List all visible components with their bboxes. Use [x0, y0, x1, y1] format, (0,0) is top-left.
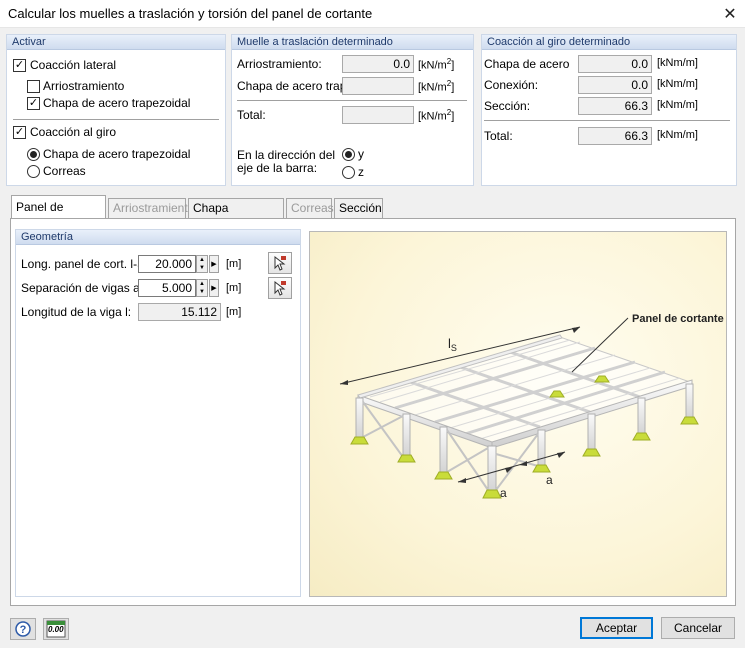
tab-arriostramiento[interactable]: Arriostramiento — [108, 198, 194, 218]
long-panel-spinner[interactable]: ▲ ▼ — [196, 255, 208, 273]
muelle-total-value — [342, 106, 414, 124]
long-panel-menu-button[interactable]: ▶ — [209, 255, 219, 273]
spin-up-icon[interactable]: ▲ — [197, 280, 207, 288]
arriostramiento-checkbox[interactable] — [27, 80, 40, 93]
callout-label: Panel de cortante — [632, 313, 724, 325]
units-button[interactable]: 0.00 — [43, 618, 69, 640]
giro-seccion-value: 66.3 — [578, 97, 652, 115]
dimension-a2-label: a — [546, 473, 553, 487]
giro-conexion-unit: [kNm/m] — [657, 78, 698, 90]
giro-seccion-label: Sección: — [484, 99, 531, 113]
tab-chapa-trapezoidal[interactable]: Chapa trapezoidal — [188, 198, 284, 233]
longitud-viga-label: Longitud de la viga l: — [21, 305, 132, 319]
giro-header: Coacción al giro determinado — [482, 35, 736, 50]
giro-conexion-value: 0.0 — [578, 76, 652, 94]
help-icon: ? — [15, 621, 31, 637]
separacion-label: Separación de vigas a: — [21, 281, 144, 295]
arrow-right-icon: ▶ — [211, 285, 217, 292]
pick-pointer-icon — [274, 255, 286, 271]
coaccion-giro-checkbox[interactable]: ✓ — [13, 126, 26, 139]
muelle-arriostramiento-label: Arriostramiento: — [237, 57, 322, 71]
long-panel-input[interactable]: 20.000 — [138, 255, 196, 273]
building-frame-illustration: lS a a Panel de cortante — [339, 313, 724, 500]
radio-direccion-y[interactable] — [342, 148, 355, 161]
radio-direccion-z[interactable] — [342, 166, 355, 179]
longitud-viga-value: 15.112 — [138, 303, 221, 321]
muelle-chapa-value — [342, 77, 414, 95]
muelle-group: Muelle a traslación determinado Arriostr… — [231, 34, 474, 186]
muelle-arriostramiento-value: 0.0 — [342, 55, 414, 73]
giro-seccion-unit: [kNm/m] — [657, 99, 698, 111]
spin-down-icon[interactable]: ▼ — [197, 288, 207, 296]
title-bar: Calcular los muelles a traslación y tors… — [0, 0, 745, 28]
direccion-label-line1: En la dirección del — [237, 148, 336, 162]
spin-down-icon[interactable]: ▼ — [197, 264, 207, 272]
arriostramiento-label: Arriostramiento — [43, 79, 125, 93]
giro-chapa-unit: [kNm/m] — [657, 57, 698, 69]
cancel-button[interactable]: Cancelar — [661, 617, 735, 639]
coaccion-lateral-label: Coacción lateral — [30, 58, 117, 72]
coaccion-lateral-checkbox[interactable]: ✓ — [13, 59, 26, 72]
arrow-right-icon: ▶ — [211, 261, 217, 268]
pick-pointer-icon — [274, 280, 286, 296]
radio-correas-label: Correas — [43, 164, 86, 178]
giro-total-unit: [kNm/m] — [657, 129, 698, 141]
close-icon[interactable]: ✕ — [715, 0, 745, 28]
long-panel-unit: [m] — [226, 258, 242, 270]
spin-up-icon[interactable]: ▲ — [197, 256, 207, 264]
radio-correas[interactable] — [27, 165, 40, 178]
giro-total-value: 66.3 — [578, 127, 652, 145]
muelle-chapa-label: Chapa de acero trap.: — [237, 79, 354, 93]
pick-long-panel-button[interactable] — [268, 252, 292, 274]
long-panel-label: Long. panel de cort. l-S: — [21, 257, 149, 271]
muelle-chapa-unit: [kN/m2] — [418, 79, 455, 94]
separacion-unit: [m] — [226, 282, 242, 294]
activar-header: Activar — [7, 35, 225, 50]
activar-group: Activar ✓ Coacción lateral Arriostramien… — [6, 34, 226, 186]
activar-divider — [13, 119, 219, 120]
tab-page-panel-cortante: Geometría Long. panel de cort. l-S: 20.0… — [10, 218, 736, 606]
accept-button[interactable]: Aceptar — [580, 617, 653, 639]
coaccion-giro-label: Coacción al giro — [30, 125, 117, 139]
muelle-total-label: Total: — [237, 108, 266, 122]
giro-chapa-value: 0.0 — [578, 55, 652, 73]
geometria-header: Geometría — [16, 230, 300, 245]
separacion-input[interactable]: 5.000 — [138, 279, 196, 297]
geometria-group: Geometría Long. panel de cort. l-S: 20.0… — [15, 229, 301, 597]
units-icon-text: 0.00 — [48, 625, 64, 634]
direccion-label-line2: eje de la barra: — [237, 161, 318, 175]
separacion-menu-button[interactable]: ▶ — [209, 279, 219, 297]
muelle-total-unit: [kN/m2] — [418, 108, 455, 123]
longitud-viga-unit: [m] — [226, 306, 242, 318]
giro-group: Coacción al giro determinado Chapa de ac… — [481, 34, 737, 186]
giro-divider — [484, 120, 730, 121]
pick-separacion-button[interactable] — [268, 277, 292, 299]
shear-panel-graphic: lS a a Panel de cortante — [309, 231, 727, 597]
chapa-trapezoidal-checkbox[interactable]: ✓ — [27, 97, 40, 110]
chapa-trapezoidal-label: Chapa de acero trapezoidal — [43, 96, 191, 110]
radio-chapa-trapezoidal[interactable] — [27, 148, 40, 161]
giro-conexion-label: Conexión: — [484, 78, 539, 92]
muelle-divider — [237, 100, 467, 101]
radio-direccion-y-label: y — [358, 147, 364, 161]
tab-correas[interactable]: Correas — [286, 198, 334, 218]
tab-panel-cortante[interactable]: Panel de cortante — [11, 195, 106, 236]
radio-direccion-z-label: z — [358, 165, 364, 179]
giro-total-label: Total: — [484, 129, 513, 143]
muelle-arriostramiento-unit: [kN/m2] — [418, 57, 455, 72]
dimension-a1-label: a — [500, 486, 507, 500]
giro-chapa-label: Chapa de acero — [484, 57, 570, 71]
dimension-ls-label: lS — [448, 336, 457, 353]
help-button[interactable]: ? — [10, 618, 36, 640]
muelle-header: Muelle a traslación determinado — [232, 35, 473, 50]
radio-chapa-trapezoidal-label: Chapa de acero trapezoidal — [43, 147, 191, 161]
tab-seccion[interactable]: Sección — [334, 198, 383, 218]
separacion-spinner[interactable]: ▲ ▼ — [196, 279, 208, 297]
svg-text:?: ? — [20, 624, 27, 636]
window-title: Calcular los muelles a traslación y tors… — [8, 6, 373, 21]
